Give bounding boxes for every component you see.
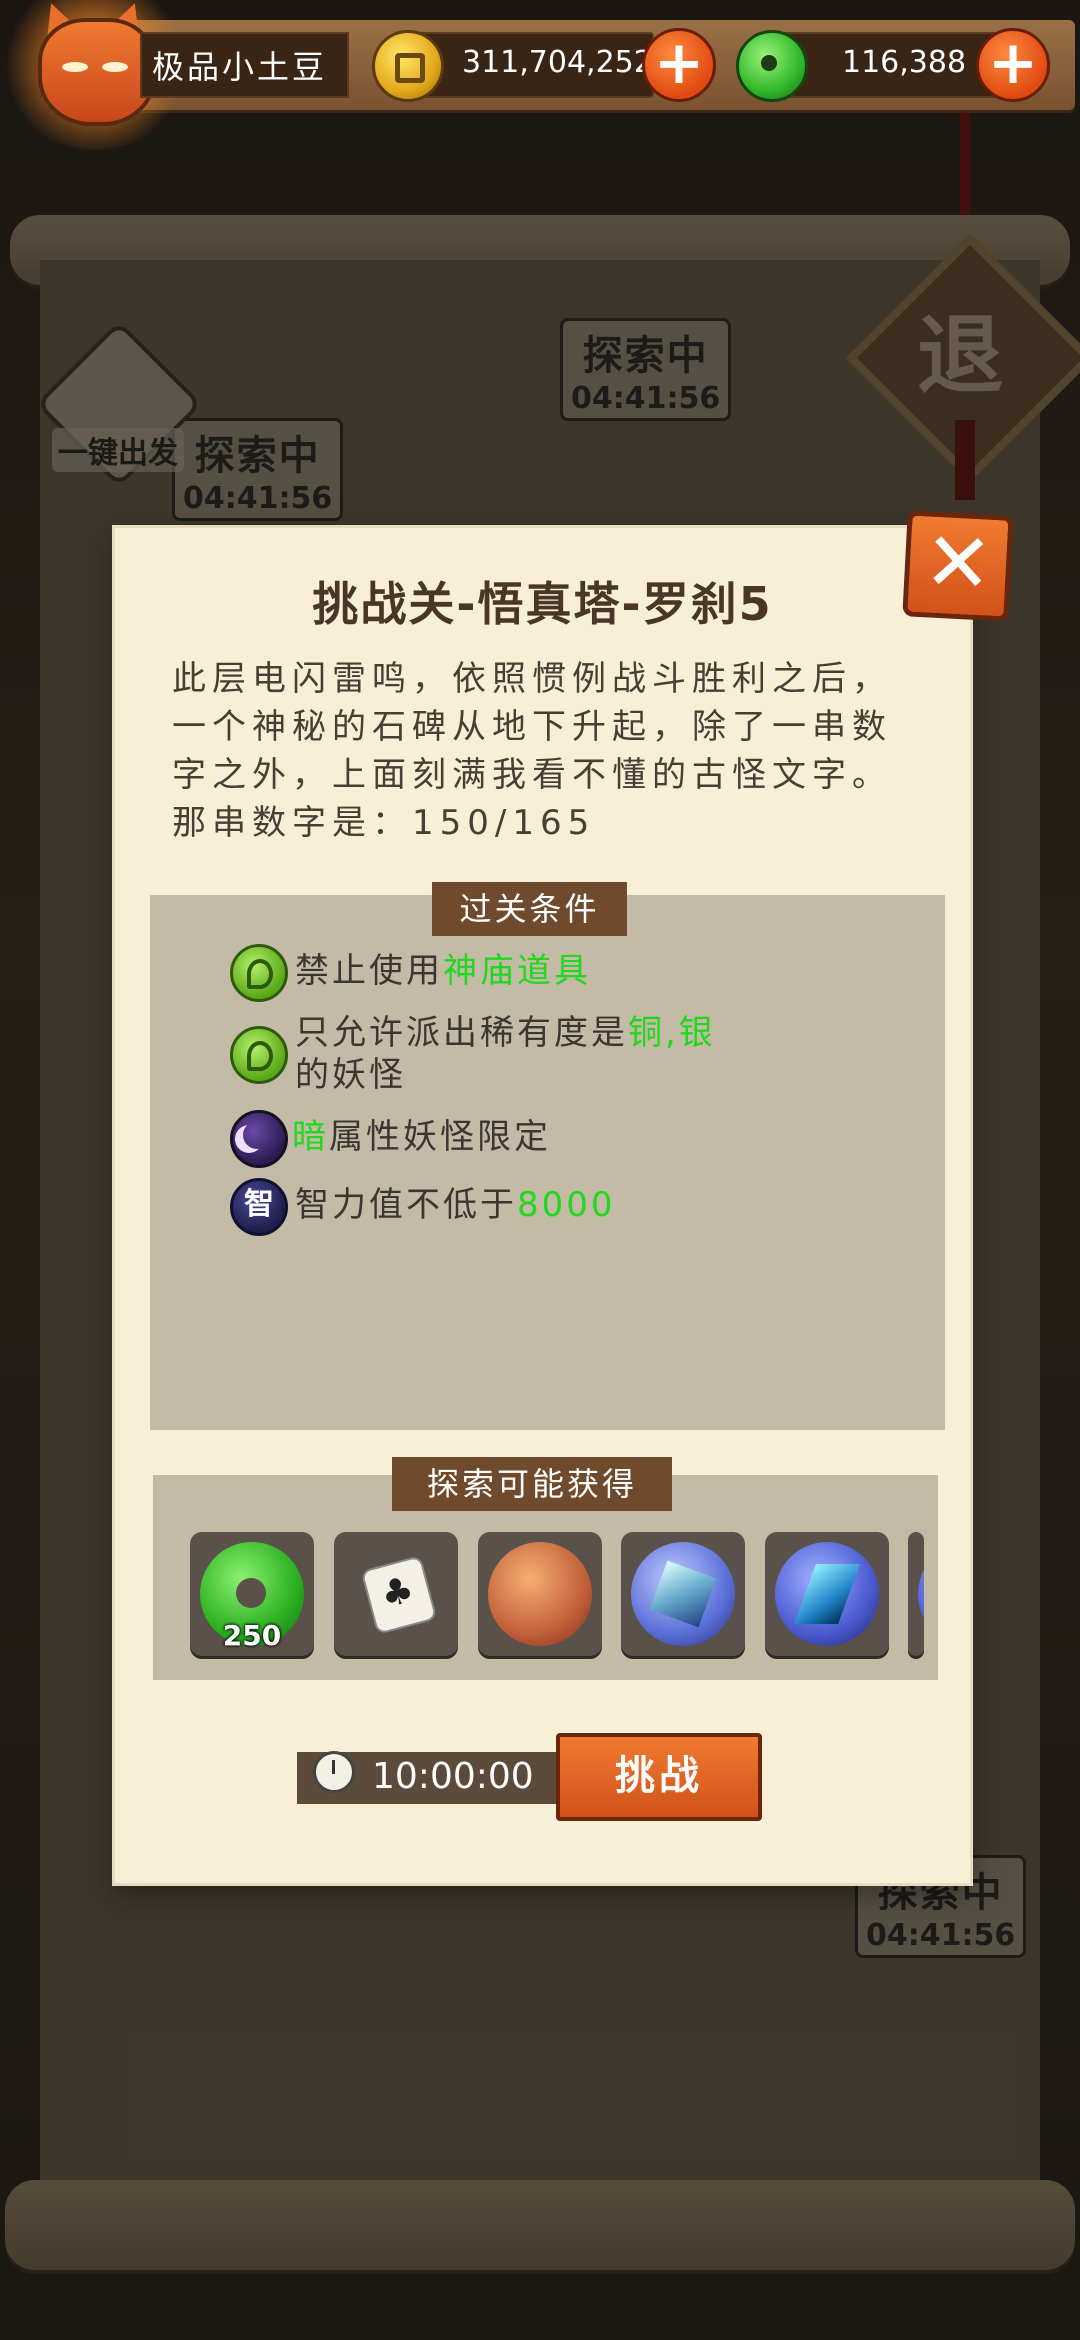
rewards-label: 探索可能获得 [392,1457,672,1511]
challenge-button[interactable]: 挑战 [556,1733,762,1821]
dice-card-icon [360,1555,438,1635]
fox-eye [62,62,88,72]
gold-coin-icon [372,30,444,102]
condition-row: 暗属性妖怪限定 [292,1116,551,1158]
green-rule-icon [230,1026,288,1084]
partial-reward-icon [918,1542,924,1646]
add-jade-button[interactable]: + [976,28,1050,102]
crab-badge-icon [488,1542,592,1646]
modal-title: 挑战关-悟真塔-罗刹5 [312,577,773,631]
gold-amount: 311,704,252 [462,45,653,80]
condition-highlight: 8000 [517,1185,616,1225]
reward-item[interactable] [908,1532,924,1656]
condition-text: 智力值不低于 [295,1185,517,1225]
reward-item[interactable] [765,1532,889,1656]
reward-count: 250 [222,1619,282,1652]
green-rule-icon [230,944,288,1002]
reward-item[interactable] [478,1532,602,1656]
stopwatch-icon [313,1751,355,1793]
conditions-label: 过关条件 [432,882,627,936]
condition-row: 禁止使用神庙道具 [295,950,591,992]
condition-row: 智力值不低于8000 [295,1184,616,1226]
ice-cube-icon [631,1542,735,1646]
jade-amount: 116,388 [842,45,967,80]
condition-text: 禁止使用 [295,951,443,991]
reward-item[interactable]: 250 [190,1532,314,1656]
player-nickname: 极品小土豆 [152,48,328,86]
crystal-shard-icon [775,1542,879,1646]
reward-item[interactable] [621,1532,745,1656]
fox-mask-icon [38,18,156,126]
condition-text: 的妖怪 [295,1055,406,1095]
jade-coin-icon [736,30,808,102]
intelligence-icon: 智 [230,1178,288,1236]
fox-eye [102,62,128,72]
level-description: 此层电闪雷鸣，依照惯例战斗胜利之后，一个神秘的石碑从地下升起，除了一串数字之外，… [172,659,892,843]
challenge-timer: 10:00:00 [372,1756,534,1797]
condition-highlight: 暗 [292,1117,329,1157]
condition-highlight: 铜,银 [628,1013,716,1053]
condition-text: 属性妖怪限定 [329,1117,551,1157]
condition-text: 只允许派出稀有度是 [295,1013,628,1053]
dark-element-icon [230,1110,288,1168]
condition-highlight: 神庙道具 [443,951,591,991]
add-gold-button[interactable]: + [642,28,716,102]
condition-row: 只允许派出稀有度是铜,银的妖怪 [295,1012,815,1096]
reward-item[interactable] [334,1532,458,1656]
